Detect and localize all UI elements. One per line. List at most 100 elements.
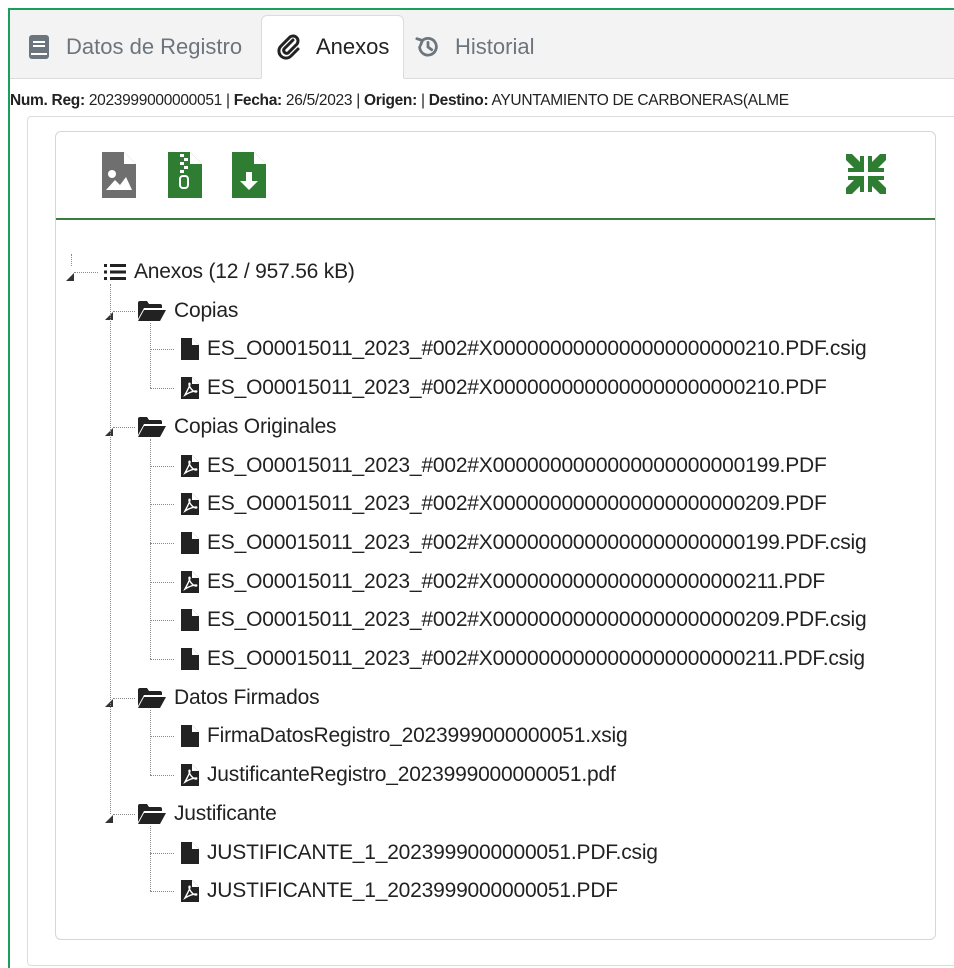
file-image-button[interactable] [102,152,136,203]
tree-file[interactable]: JustificanteRegistro_2023999000000051.pd… [181,759,616,791]
tree-connector [113,813,135,815]
file-pdf-icon [181,570,199,593]
file-pdf-icon [181,764,199,787]
tree-connector [150,852,174,854]
tree-folder[interactable]: Justificante [138,798,277,830]
download-file-button[interactable] [232,152,266,203]
tree-file-label: ES_O00015011_2023_#002#X0000000000000000… [207,337,867,361]
tree-folder-label: Copias Originales [174,414,337,438]
folder-open-icon [138,416,166,437]
tree-connector [150,709,151,776]
tree-file-label: FirmaDatosRegistro_2023999000000051.xsig [207,724,628,748]
expand-toggle-icon[interactable] [66,268,74,286]
file-icon [181,725,199,748]
tab-label: Historial [455,34,535,59]
tree-file-label: JustificanteRegistro_2023999000000051.pd… [207,763,616,787]
file-zip-icon [168,152,202,202]
list-icon [104,263,126,281]
compress-icon [844,154,888,200]
tree-file-label: ES_O00015011_2023_#002#X0000000000000000… [207,608,867,632]
tree-folder[interactable]: Copias Originales [138,411,337,443]
tab-historial[interactable]: Historial [415,15,534,79]
tree-file-label: JUSTIFICANTE_1_2023999000000051.PDF.csig [207,840,658,864]
tab-bar: Datos de Registro Anexos Historial [10,10,954,79]
tree-file[interactable]: ES_O00015011_2023_#002#X0000000000000000… [181,450,827,482]
tree-file[interactable]: ES_O00015011_2023_#002#X0000000000000000… [181,643,865,675]
tree-folder-label: Justificante [174,801,277,825]
tree-root[interactable]: Anexos (12 / 957.56 kB) [104,256,355,288]
num-reg-value: 2023999000000051 [88,92,222,109]
tree-file[interactable]: ES_O00015011_2023_#002#X0000000000000000… [181,604,867,636]
tree-connector [74,272,98,273]
tree-file[interactable]: ES_O00015011_2023_#002#X0000000000000000… [181,527,867,559]
tree-file[interactable]: ES_O00015011_2023_#002#X0000000000000000… [181,333,867,365]
tree-connector [150,465,174,467]
tree-file[interactable]: ES_O00015011_2023_#002#X0000000000000000… [181,372,827,404]
tree-connector [150,504,174,506]
file-image-icon [102,152,136,202]
fecha-value: 26/5/2023 [285,92,353,109]
history-icon [415,34,441,60]
file-download-icon [232,152,266,202]
tree-folder-label: Copias [174,298,239,322]
tree-folder[interactable]: Copias [138,295,238,327]
tree-connector [150,620,174,622]
tree-file[interactable]: ES_O00015011_2023_#002#X0000000000000000… [181,566,825,598]
anexos-toolbar [56,132,935,220]
file-icon [181,609,199,632]
tree-connector [150,775,174,777]
book-icon [26,34,52,60]
paperclip-icon [276,34,302,60]
tree-file-label: ES_O00015011_2023_#002#X0000000000000000… [207,492,827,516]
file-icon [181,841,199,864]
tab-datos-de-registro[interactable]: Datos de Registro [26,15,242,79]
expand-toggle-icon[interactable] [105,307,113,325]
file-pdf-icon [181,454,199,477]
file-icon [181,531,199,554]
tab-label: Datos de Registro [66,34,243,59]
expand-toggle-icon[interactable] [105,694,113,712]
tree-connector [150,736,174,738]
tree-connector [150,542,174,544]
tree-connector [71,254,72,266]
tree-connector [150,891,174,893]
folder-open-icon [138,300,166,321]
tree-file[interactable]: FirmaDatosRegistro_2023999000000051.xsig [181,720,628,752]
expand-toggle-icon[interactable] [105,423,113,441]
tree-file-label: ES_O00015011_2023_#002#X0000000000000000… [207,569,826,593]
file-icon [181,648,199,670]
tree-file-label: ES_O00015011_2023_#002#X0000000000000000… [207,530,867,554]
tree-connector [113,310,135,312]
separator: | [420,92,425,109]
tab-anexos[interactable]: Anexos [261,15,405,79]
tree-file[interactable]: ES_O00015011_2023_#002#X0000000000000000… [181,488,827,520]
download-zip-button[interactable] [168,152,202,203]
tree-connector [150,581,174,583]
folder-open-icon [138,803,166,824]
tree-connector [150,349,174,351]
tree-file[interactable]: JUSTIFICANTE_1_2023999000000051.PDF.csig [181,837,658,869]
origen-label: Origen: [363,92,417,109]
collapse-tree-button[interactable] [844,152,888,201]
file-pdf-icon [181,880,199,903]
tree-file-label: ES_O00015011_2023_#002#X0000000000000000… [207,376,827,400]
file-pdf-icon [181,377,199,400]
tree-file-label: ES_O00015011_2023_#002#X0000000000000000… [207,647,865,670]
tree-file[interactable]: JUSTIFICANTE_1_2023999000000051.PDF [181,875,618,907]
separator: | [225,92,230,109]
tree-connector [110,284,111,814]
tree-root-label: Anexos (12 / 957.56 kB) [134,260,355,283]
destino-label: Destino: [428,92,489,109]
folder-open-icon [138,687,166,708]
tree-file-label: ES_O00015011_2023_#002#X0000000000000000… [207,453,827,477]
separator: | [356,92,360,109]
destino-value: AYUNTAMIENTO DE CARBONERAS(ALME [491,92,790,109]
tree-connector [150,322,151,389]
fecha-label: Fecha: [233,92,282,109]
tree-connector [150,388,174,390]
tree-folder[interactable]: Datos Firmados [138,682,320,714]
file-icon [181,338,199,361]
tree-connector [113,697,135,699]
tab-label: Anexos [316,34,390,59]
expand-toggle-icon[interactable] [105,810,113,828]
